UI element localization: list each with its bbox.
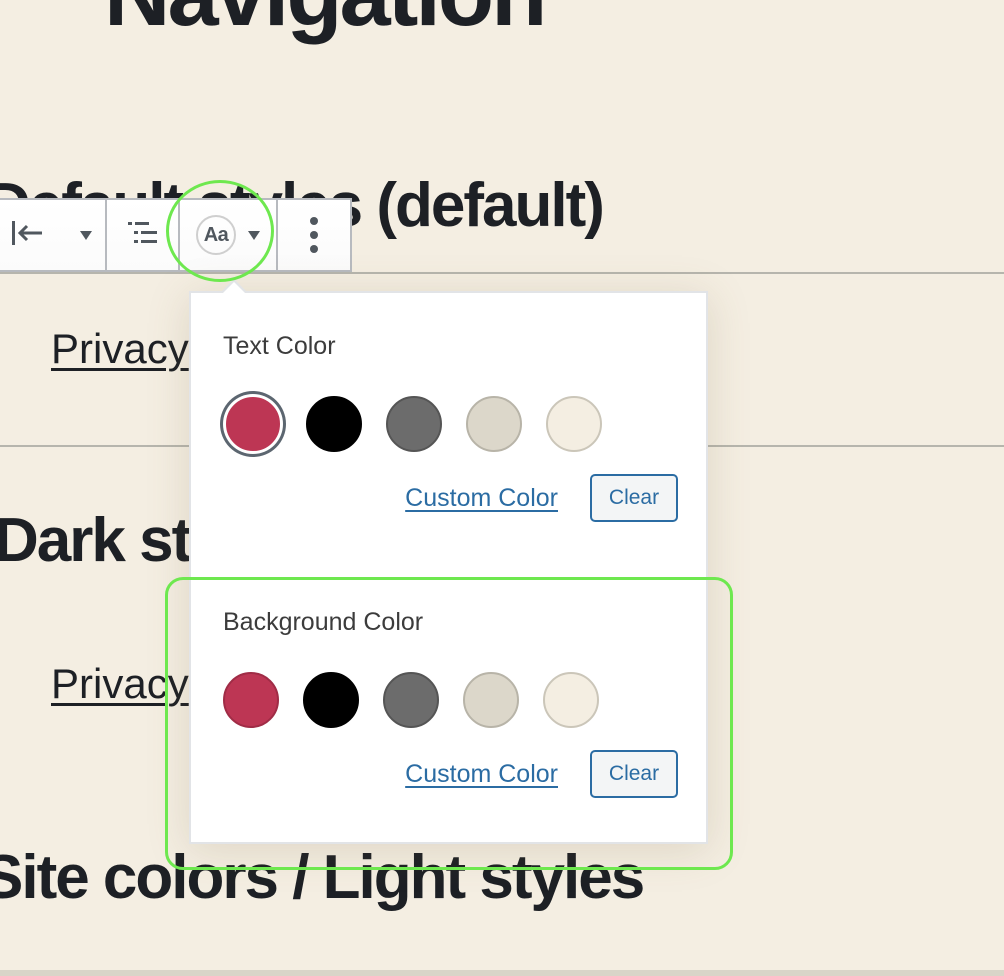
- popover-arrow-fill: [223, 282, 245, 293]
- text-color-swatches: [223, 394, 678, 454]
- text-format-icon: Aa: [196, 215, 236, 255]
- submenu-button[interactable]: [126, 200, 160, 270]
- submenu-group: [107, 200, 180, 270]
- color-swatch-black[interactable]: [306, 396, 362, 452]
- color-swatch-light-gray[interactable]: [463, 672, 519, 728]
- format-group: Aa: [180, 200, 278, 270]
- background-color-actions: Custom Color Clear: [223, 750, 678, 798]
- color-swatch-primary[interactable]: [226, 397, 280, 451]
- color-swatch-black[interactable]: [303, 672, 359, 728]
- justification-button[interactable]: [10, 200, 92, 270]
- custom-color-link[interactable]: Custom Color: [405, 760, 558, 789]
- color-swatch-background[interactable]: [546, 396, 602, 452]
- color-popover: Text Color Custom Color Clear Background…: [189, 291, 708, 844]
- color-swatch-dark-gray[interactable]: [386, 396, 442, 452]
- text-color-actions: Custom Color Clear: [223, 474, 678, 522]
- block-toolbar: Aa: [0, 198, 352, 272]
- background-color-section: Background Color Custom Color Clear: [223, 607, 678, 798]
- nav-link-privacy[interactable]: Privacy: [51, 660, 189, 708]
- clear-button[interactable]: Clear: [590, 750, 678, 798]
- chevron-down-icon[interactable]: [80, 230, 92, 240]
- clear-button[interactable]: Clear: [590, 474, 678, 522]
- divider: [0, 272, 1004, 274]
- background-color-swatches: [223, 670, 678, 730]
- footer-divider: [0, 970, 1004, 976]
- submenu-list-icon: [126, 219, 160, 252]
- color-swatch-primary[interactable]: [223, 672, 279, 728]
- color-format-button[interactable]: Aa: [196, 200, 260, 270]
- color-swatch-background[interactable]: [543, 672, 599, 728]
- chevron-down-icon[interactable]: [248, 230, 260, 240]
- more-options-button[interactable]: [310, 200, 318, 270]
- page-heading-navigation: Navigation: [104, 0, 547, 47]
- more-vertical-icon: [310, 217, 318, 253]
- color-swatch-light-gray[interactable]: [466, 396, 522, 452]
- more-group: [278, 200, 350, 270]
- justify-left-icon: [10, 220, 44, 251]
- justification-group: [0, 200, 107, 270]
- nav-link-privacy[interactable]: Privacy: [51, 325, 189, 373]
- text-color-label: Text Color: [223, 332, 336, 360]
- custom-color-link[interactable]: Custom Color: [405, 484, 558, 513]
- color-swatch-dark-gray[interactable]: [383, 672, 439, 728]
- background-color-label: Background Color: [223, 608, 424, 636]
- text-color-section: Text Color Custom Color Clear: [223, 331, 678, 522]
- section-heading-light-styles: Site colors / Light styles: [0, 843, 645, 912]
